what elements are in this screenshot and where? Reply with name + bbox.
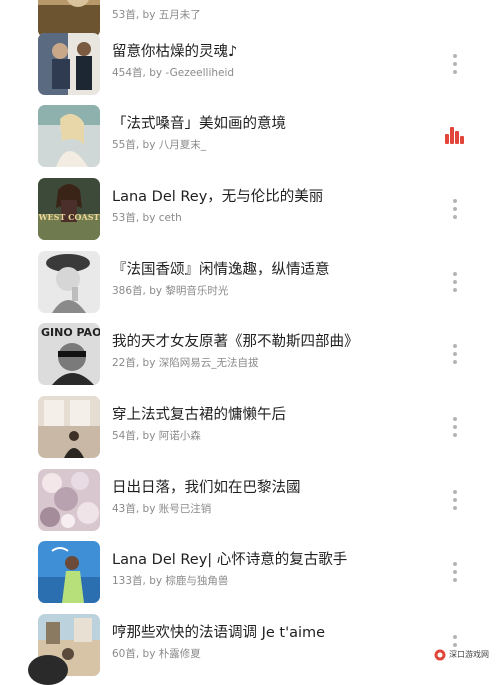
playlist-title: 『法国香颂』闲情逸趣，纵情适意 xyxy=(112,262,330,278)
playlist-title: 日出日落，我们如在巴黎法國 xyxy=(112,480,301,496)
playlist-row[interactable]: Lana Del Rey| 心怀诗意的复古歌手 133首, by 棕鹿与独角兽 xyxy=(0,536,500,608)
playlist-meta: 454首, by -Gezeelliheid xyxy=(112,67,235,79)
playlist-row[interactable]: 日出日落，我们如在巴黎法國 43首, by 账号已注销 xyxy=(0,464,500,536)
playlist-title: 穿上法式复古裙的慵懒午后 xyxy=(112,407,286,423)
more-vertical-icon[interactable] xyxy=(445,554,465,590)
watermark-logo-icon xyxy=(434,649,446,661)
playlist-meta: 386首, by 黎明音乐时光 xyxy=(112,285,229,297)
playlist-cover xyxy=(38,105,100,167)
cover-text: WEST COAST xyxy=(38,212,99,222)
playlist-meta: 133首, by 棕鹿与独角兽 xyxy=(112,575,229,587)
more-vertical-icon[interactable] xyxy=(445,191,465,227)
more-vertical-icon[interactable] xyxy=(445,409,465,445)
playlist-title: Lana Del Rey，无与伦比的美丽 xyxy=(112,189,324,205)
more-vertical-icon[interactable] xyxy=(445,264,465,300)
playlist-title: Lana Del Rey| 心怀诗意的复古歌手 xyxy=(112,552,348,568)
floating-avatar-edge xyxy=(28,655,68,685)
playlist-meta: 55首, by 八月夏末_ xyxy=(112,139,207,151)
more-vertical-icon[interactable] xyxy=(445,46,465,82)
playlist-meta: 43首, by 账号已注销 xyxy=(112,503,212,515)
playlist-row[interactable]: GINO PAOLI 我的天才女友原著《那不勒斯四部曲》 22首, by 深陷网… xyxy=(0,318,500,390)
playlist-meta: 53首, by 五月未了 xyxy=(112,9,201,21)
playlist-cover: GINO PAOLI xyxy=(38,323,100,385)
playlist-row[interactable]: WEST COAST Lana Del Rey，无与伦比的美丽 53首, by … xyxy=(0,173,500,245)
playlist-cover xyxy=(38,469,100,531)
playlist-title: 留意你枯燥的灵魂♪ xyxy=(112,44,238,60)
playlist-meta: 53首, by ceth xyxy=(112,212,182,224)
playlist-cover xyxy=(38,396,100,458)
more-vertical-icon[interactable] xyxy=(445,336,465,372)
playlist-row[interactable]: 哼那些欢快的法语调调 Je t'aime 60首, by 朴露修夏 xyxy=(0,609,500,681)
playlist-meta: 60首, by 朴露修夏 xyxy=(112,648,201,660)
playlist-meta: 22首, by 深陷网易云_无法自拔 xyxy=(112,357,259,369)
playlist-list: 53首, by 五月未了 留意你枯燥的灵魂♪ 454首, by -Gezeell… xyxy=(0,0,500,676)
watermark-text: 深口游戏网 xyxy=(449,650,489,659)
cover-text: GINO PAOLI xyxy=(41,326,100,339)
now-playing-equalizer-icon[interactable] xyxy=(445,126,464,144)
playlist-title: 哼那些欢快的法语调调 Je t'aime xyxy=(112,625,326,641)
watermark: 深口游戏网 xyxy=(432,647,496,663)
playlist-row[interactable]: 「法式嗓音」美如画的意境 55首, by 八月夏末_ xyxy=(0,100,500,172)
playlist-cover: WEST COAST xyxy=(38,178,100,240)
playlist-row[interactable]: 『法国香颂』闲情逸趣，纵情适意 386首, by 黎明音乐时光 xyxy=(0,246,500,318)
playlist-meta: 54首, by 阿诺小森 xyxy=(112,430,201,442)
playlist-cover xyxy=(38,33,100,95)
more-vertical-icon[interactable] xyxy=(445,482,465,518)
playlist-cover xyxy=(38,251,100,313)
playlist-title: 我的天才女友原著《那不勒斯四部曲》 xyxy=(112,334,359,350)
playlist-row[interactable]: 留意你枯燥的灵魂♪ 454首, by -Gezeelliheid xyxy=(0,28,500,100)
playlist-cover xyxy=(38,541,100,603)
playlist-title: 「法式嗓音」美如画的意境 xyxy=(112,116,286,132)
playlist-row[interactable]: 穿上法式复古裙的慵懒午后 54首, by 阿诺小森 xyxy=(0,391,500,463)
